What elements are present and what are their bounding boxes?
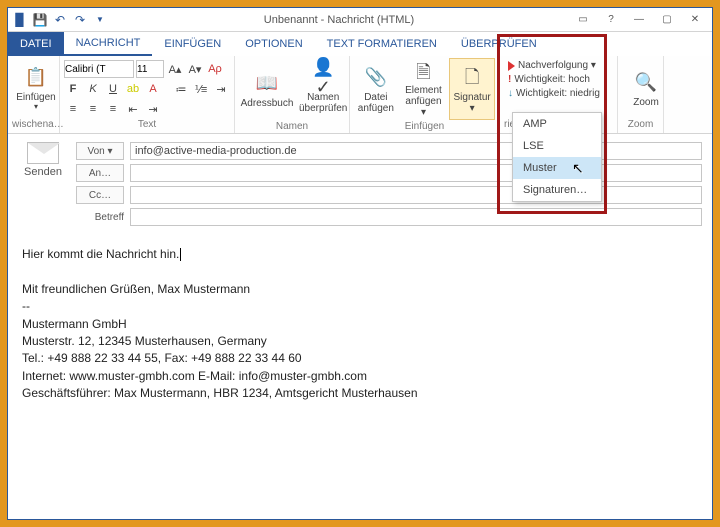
- italic-icon[interactable]: K: [84, 80, 102, 98]
- followup-label: Nachverfolgung ▾: [518, 60, 596, 71]
- tab-einfuegen[interactable]: EINFÜGEN: [152, 32, 233, 56]
- bold-icon[interactable]: F: [64, 80, 82, 98]
- body-addr: Musterstr. 12, 12345 Musterhausen, Germa…: [22, 333, 698, 350]
- highlight-icon[interactable]: ab: [124, 80, 142, 98]
- zoom-button[interactable]: 🔍 Zoom: [622, 58, 670, 118]
- attachitem-label: Element anfügen ▾: [402, 85, 446, 118]
- bullets-icon[interactable]: ≔: [172, 80, 190, 98]
- cc-button[interactable]: Cc…: [76, 186, 124, 204]
- subject-field[interactable]: [130, 208, 702, 226]
- low-label: Wichtigkeit: niedrig: [516, 88, 600, 99]
- underline-icon[interactable]: U: [104, 80, 122, 98]
- qat-icon: ▉: [12, 12, 28, 28]
- undo-icon[interactable]: ↶: [52, 12, 68, 28]
- save-icon[interactable]: 💾: [32, 12, 48, 28]
- paste-button[interactable]: 📋 Einfügen ▾: [12, 58, 60, 118]
- body-greeting: Mit freundlichen Grüßen, Max Mustermann: [22, 281, 698, 298]
- signature-menu-item[interactable]: LSE: [513, 135, 601, 157]
- clipboard-group-label: wischena…: [12, 118, 55, 131]
- flag-icon: [508, 61, 515, 71]
- tab-ueberpruefen[interactable]: ÜBERPRÜFEN: [449, 32, 549, 56]
- help-icon[interactable]: ?: [598, 11, 624, 29]
- body-tel: Tel.: +49 888 22 33 44 55, Fax: +49 888 …: [22, 350, 698, 367]
- attachfile-button[interactable]: 📎 Datei anfügen: [354, 58, 398, 120]
- align-center-icon[interactable]: ≡: [84, 100, 102, 118]
- body-line1: Hier kommt die Nachricht hin.: [22, 247, 181, 261]
- subject-label: Betreff: [76, 212, 124, 223]
- ribbon: 📋 Einfügen ▾ wischena… A▴ A▾ Aρ F K U: [8, 56, 712, 134]
- from-button[interactable]: Von ▾: [76, 142, 124, 160]
- checknames-icon: 👤✓: [309, 64, 337, 92]
- title-bar: ▉ 💾 ↶ ↷ ▼ Unbenannt - Nachricht (HTML) ▭…: [8, 8, 712, 32]
- message-header: Senden Von ▾ info@active-media-productio…: [8, 134, 712, 234]
- importance-low-button[interactable]: ↓Wichtigkeit: niedrig: [508, 88, 600, 99]
- to-field[interactable]: [130, 164, 702, 182]
- attachitem-icon: 🗎: [409, 60, 437, 85]
- font-size-select[interactable]: [136, 60, 164, 78]
- followup-button[interactable]: Nachverfolgung ▾: [508, 60, 600, 71]
- redo-icon[interactable]: ↷: [72, 12, 88, 28]
- importance-low-icon: ↓: [508, 88, 513, 99]
- align-left-icon[interactable]: ≡: [64, 100, 82, 118]
- attachfile-label: Datei anfügen: [356, 92, 396, 114]
- window-title: Unbenannt - Nachricht (HTML): [108, 14, 570, 26]
- close-icon[interactable]: ✕: [682, 11, 708, 29]
- importance-high-button[interactable]: !Wichtigkeit: hoch: [508, 74, 600, 85]
- font-family-select[interactable]: [64, 60, 134, 78]
- align-right-icon[interactable]: ≡: [104, 100, 122, 118]
- message-body[interactable]: Hier kommt die Nachricht hin. Mit freund…: [8, 234, 712, 519]
- ribbon-options-icon[interactable]: ▭: [570, 11, 596, 29]
- tab-datei[interactable]: DATEI: [8, 32, 64, 56]
- include-group-label: Einfügen: [354, 120, 495, 133]
- indent2-icon[interactable]: ⇥: [144, 100, 162, 118]
- to-button[interactable]: An…: [76, 164, 124, 182]
- numbering-icon[interactable]: ⅟≡: [192, 80, 210, 98]
- indent-icon[interactable]: ⇥: [212, 80, 230, 98]
- envelope-icon: [27, 142, 59, 164]
- zoom-label: Zoom: [633, 97, 659, 108]
- clear-format-icon[interactable]: Aρ: [206, 60, 224, 78]
- signature-menu-item[interactable]: AMP: [513, 113, 601, 135]
- ribbon-tabs: DATEI NACHRICHT EINFÜGEN OPTIONEN TEXT F…: [8, 32, 712, 56]
- tab-optionen[interactable]: OPTIONEN: [233, 32, 314, 56]
- from-field[interactable]: info@active-media-production.de: [130, 142, 702, 160]
- signature-button[interactable]: 🗋 Signatur ▾: [449, 58, 495, 120]
- checknames-label: Namen überprüfen: [299, 92, 347, 114]
- signature-menu: AMP LSE Muster Signaturen…: [512, 112, 602, 202]
- body-company: Mustermann GmbH: [22, 316, 698, 333]
- checknames-button[interactable]: 👤✓ Namen überprüfen: [297, 58, 349, 120]
- tab-nachricht[interactable]: NACHRICHT: [64, 32, 153, 56]
- signature-menu-item[interactable]: Signaturen…: [513, 179, 601, 201]
- signature-label: Signatur ▾: [452, 92, 492, 114]
- signature-menu-item[interactable]: Muster: [513, 157, 601, 179]
- names-group-label: Namen: [239, 120, 345, 133]
- clipboard-icon: 📋: [22, 64, 50, 92]
- minimize-icon[interactable]: —: [626, 11, 652, 29]
- increase-font-icon[interactable]: A▴: [166, 60, 184, 78]
- addressbook-button[interactable]: 📖 Adressbuch: [239, 58, 295, 120]
- body-legal: Geschäftsführer: Max Mustermann, HBR 123…: [22, 385, 698, 402]
- signature-icon: 🗋: [458, 64, 486, 92]
- body-web: Internet: www.muster-gmbh.com E-Mail: in…: [22, 368, 698, 385]
- qat-more-icon[interactable]: ▼: [92, 12, 108, 28]
- decrease-font-icon[interactable]: A▾: [186, 60, 204, 78]
- paperclip-icon: 📎: [362, 64, 390, 92]
- maximize-icon[interactable]: ▢: [654, 11, 680, 29]
- send-button[interactable]: Senden: [24, 166, 62, 178]
- zoom-group-label: Zoom: [622, 118, 659, 131]
- attachitem-button[interactable]: 🗎 Element anfügen ▾: [400, 58, 448, 120]
- body-sep: --: [22, 298, 698, 315]
- zoom-icon: 🔍: [632, 69, 660, 97]
- importance-high-icon: !: [508, 74, 511, 85]
- cc-field[interactable]: [130, 186, 702, 204]
- tab-textformatieren[interactable]: TEXT FORMATIEREN: [315, 32, 449, 56]
- outdent-icon[interactable]: ⇤: [124, 100, 142, 118]
- addressbook-label: Adressbuch: [241, 98, 294, 109]
- addressbook-icon: 📖: [253, 70, 281, 98]
- font-group-label: Text: [64, 118, 230, 131]
- high-label: Wichtigkeit: hoch: [514, 74, 590, 85]
- font-color-icon[interactable]: A: [144, 80, 162, 98]
